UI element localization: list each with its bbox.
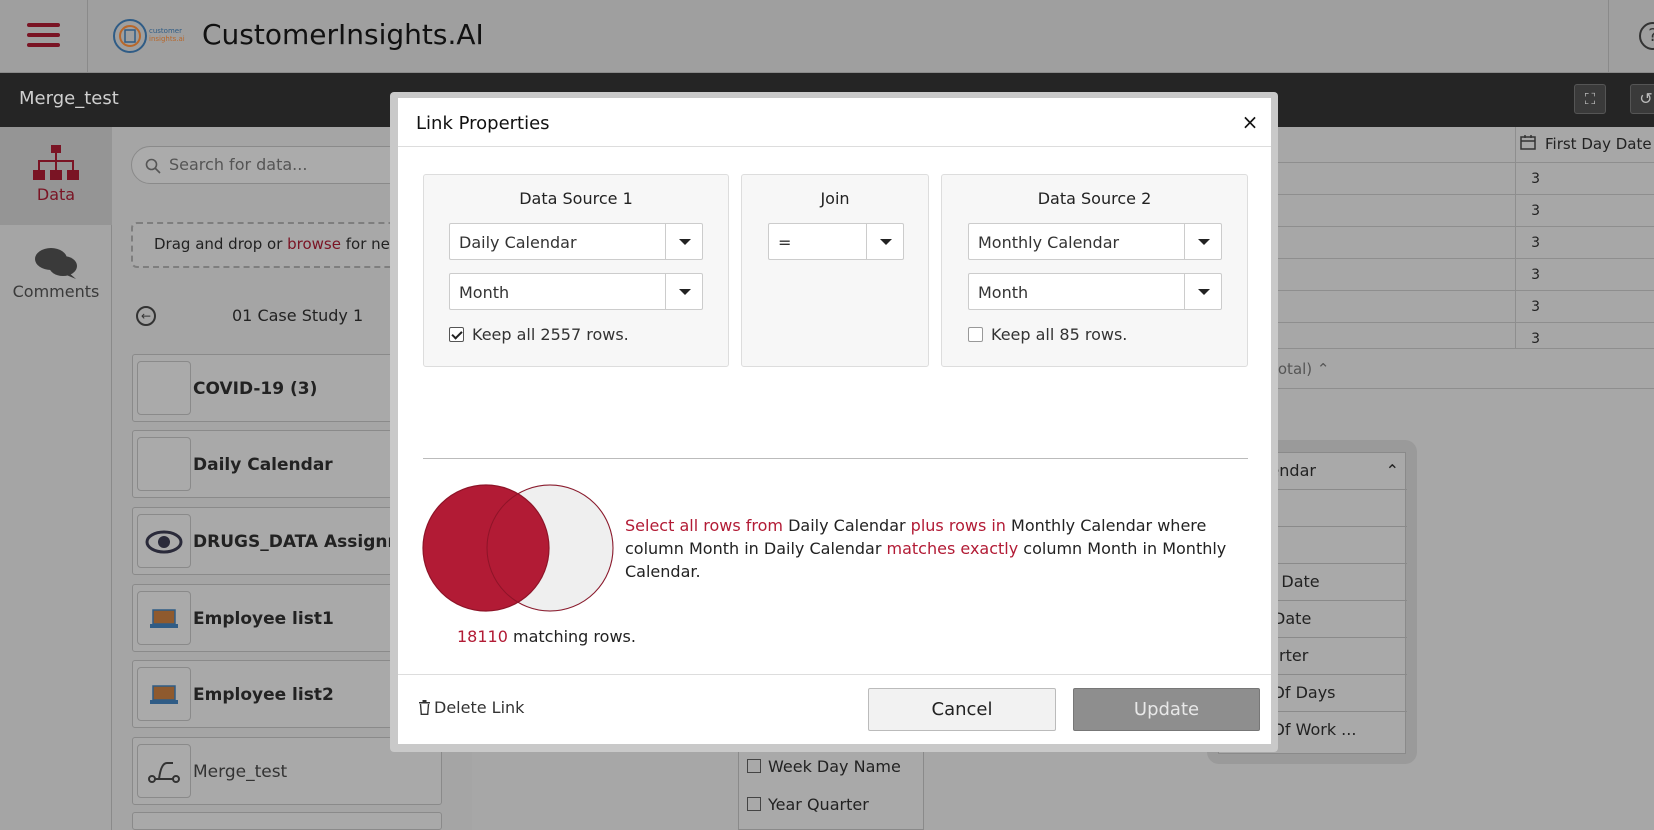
grid-cell: 3	[1531, 267, 1540, 283]
source1-column-select[interactable]: Month	[449, 273, 703, 310]
calendar-icon	[1520, 135, 1536, 150]
select-value: =	[778, 233, 792, 252]
node-field[interactable]: Year Quarter	[747, 795, 869, 814]
grid-cell: 3	[1531, 235, 1540, 251]
venn-diagram-icon	[422, 484, 614, 612]
modal-title: Link Properties	[416, 113, 550, 134]
keep-all-rows-checkbox[interactable]: Keep all 85 rows.	[968, 325, 1127, 344]
source2-table-select[interactable]: Monthly Calendar	[968, 223, 1222, 260]
source2-column-select[interactable]: Month	[968, 273, 1222, 310]
help-icon: ?	[1639, 22, 1654, 50]
data-grid: 3 3 3 3 3 3	[1270, 127, 1654, 389]
dropzone-text: Drag and drop or browse for new	[154, 235, 403, 253]
app-title: CustomerInsights.AI	[202, 18, 484, 51]
divider	[398, 674, 1271, 675]
left-rail	[0, 127, 112, 830]
cancel-button[interactable]: Cancel	[868, 688, 1056, 731]
dataset-item[interactable]	[132, 812, 442, 830]
grid-cell: 3	[1531, 171, 1540, 187]
divider	[398, 146, 1271, 147]
chevron-up-icon: ⌃	[1385, 461, 1399, 480]
join-panel: Join =	[741, 174, 929, 367]
chevron-down-icon[interactable]	[866, 224, 903, 259]
panel-title: Data Source 1	[519, 189, 633, 208]
svg-text:insights.ai: insights.ai	[149, 35, 185, 43]
fullscreen-icon[interactable]: ⛶	[1574, 84, 1606, 114]
comments-icon[interactable]	[34, 246, 78, 280]
chevron-down-icon[interactable]	[1184, 274, 1221, 309]
laptop-icon	[137, 591, 191, 645]
join-description: Select all rows from Daily Calendar plus…	[625, 516, 1227, 581]
eye-icon	[137, 514, 191, 568]
dataset-label: Merge_test	[193, 762, 288, 782]
select-value: Monthly Calendar	[978, 233, 1120, 252]
checkbox[interactable]	[747, 797, 761, 811]
grid-total-label: total) ⌃	[1272, 360, 1330, 378]
search-placeholder: Search for data...	[169, 155, 308, 174]
back-arrow-icon[interactable]: ←	[136, 306, 156, 326]
close-icon[interactable]: ×	[1240, 110, 1260, 134]
delete-link-button[interactable]: Delete Link	[418, 698, 524, 717]
hamburger-menu-icon[interactable]	[0, 0, 88, 73]
trash-icon	[419, 700, 430, 715]
grid-column-divider	[1515, 127, 1516, 349]
select-value: Month	[978, 283, 1029, 302]
dataset-label: Employee list1	[193, 609, 334, 629]
chevron-down-icon[interactable]	[665, 274, 702, 309]
grid-cell: 3	[1531, 299, 1540, 315]
laptop-icon	[137, 667, 191, 721]
checkbox[interactable]	[747, 759, 761, 773]
rail-data-label: Data	[36, 185, 76, 204]
update-button[interactable]: Update	[1073, 688, 1260, 731]
undo-icon[interactable]: ↺	[1630, 84, 1654, 114]
grid-cell: 3	[1531, 203, 1540, 219]
folder-name: 01 Case Study 1	[232, 306, 364, 325]
checkbox-unchecked-icon[interactable]	[968, 327, 983, 342]
grid-cell: 3	[1531, 331, 1540, 347]
rail-comments-label[interactable]: Comments	[0, 282, 112, 301]
node-field-list: Week Day Name Year Quarter	[738, 744, 924, 830]
select-value: Month	[459, 283, 510, 302]
panel-title: Join	[820, 189, 850, 208]
join-operator-select[interactable]: =	[768, 223, 904, 260]
help-button[interactable]: ?	[1608, 0, 1654, 73]
dataset-label: COVID-19 (3)	[193, 379, 318, 399]
browse-link[interactable]: browse	[287, 235, 341, 253]
dataset-label: Daily Calendar	[193, 455, 333, 475]
project-name: Merge_test	[19, 88, 119, 109]
chevron-down-icon[interactable]	[1184, 224, 1221, 259]
node-field[interactable]: Week Day Name	[747, 757, 901, 776]
source1-table-select[interactable]: Daily Calendar	[449, 223, 703, 260]
chevron-down-icon[interactable]	[665, 224, 702, 259]
logo-icon: customer insights.ai	[113, 19, 185, 53]
dataset-label: Employee list2	[193, 685, 334, 705]
keep-all-rows-checkbox[interactable]: Keep all 2557 rows.	[449, 325, 629, 344]
blank-icon	[137, 437, 191, 491]
select-value: Daily Calendar	[459, 233, 577, 252]
blank-icon	[137, 361, 191, 415]
matching-rows-count: 18110 matching rows.	[457, 627, 636, 646]
search-icon	[145, 158, 161, 174]
grid-column-header[interactable]: First Day Date	[1545, 135, 1652, 153]
divider	[423, 458, 1248, 459]
checkbox-checked-icon[interactable]	[449, 327, 464, 342]
rail-data-tab[interactable]: Data	[0, 127, 112, 225]
svg-text:customer: customer	[149, 27, 182, 35]
data-source-2-panel: Data Source 2 Monthly Calendar Month Kee…	[941, 174, 1248, 367]
merge-icon	[137, 744, 191, 798]
hierarchy-icon	[33, 145, 79, 180]
data-source-1-panel: Data Source 1 Daily Calendar Month Keep …	[423, 174, 729, 367]
panel-title: Data Source 2	[1037, 189, 1152, 208]
